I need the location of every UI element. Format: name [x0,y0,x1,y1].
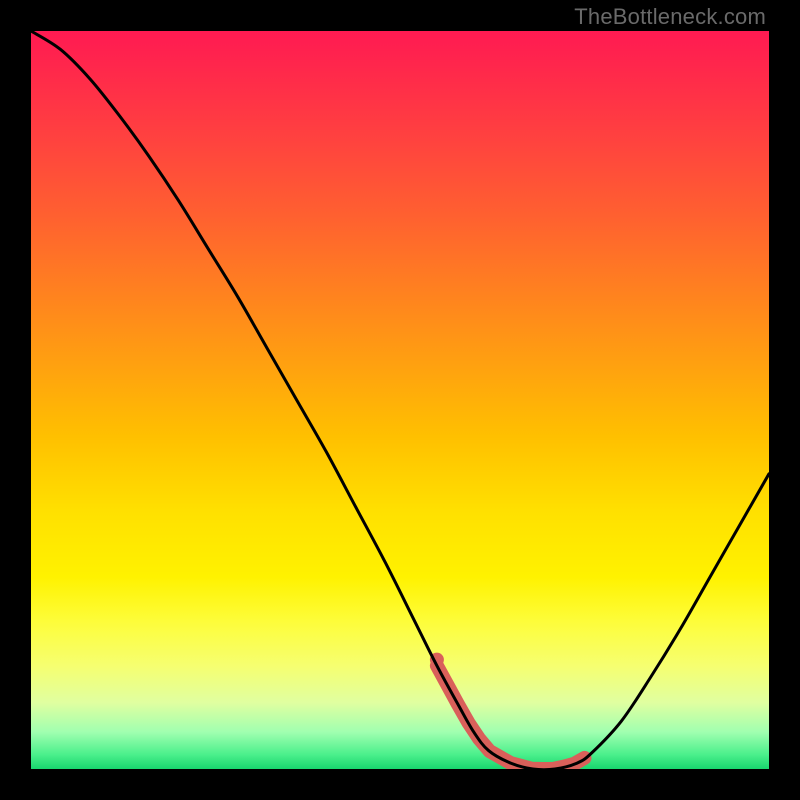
plot-area [31,31,769,769]
bottleneck-curve-svg [31,31,769,769]
flat-segment-marker [437,666,585,769]
watermark-text: TheBottleneck.com [574,4,766,30]
bottleneck-curve [31,31,769,769]
chart-frame: TheBottleneck.com [0,0,800,800]
